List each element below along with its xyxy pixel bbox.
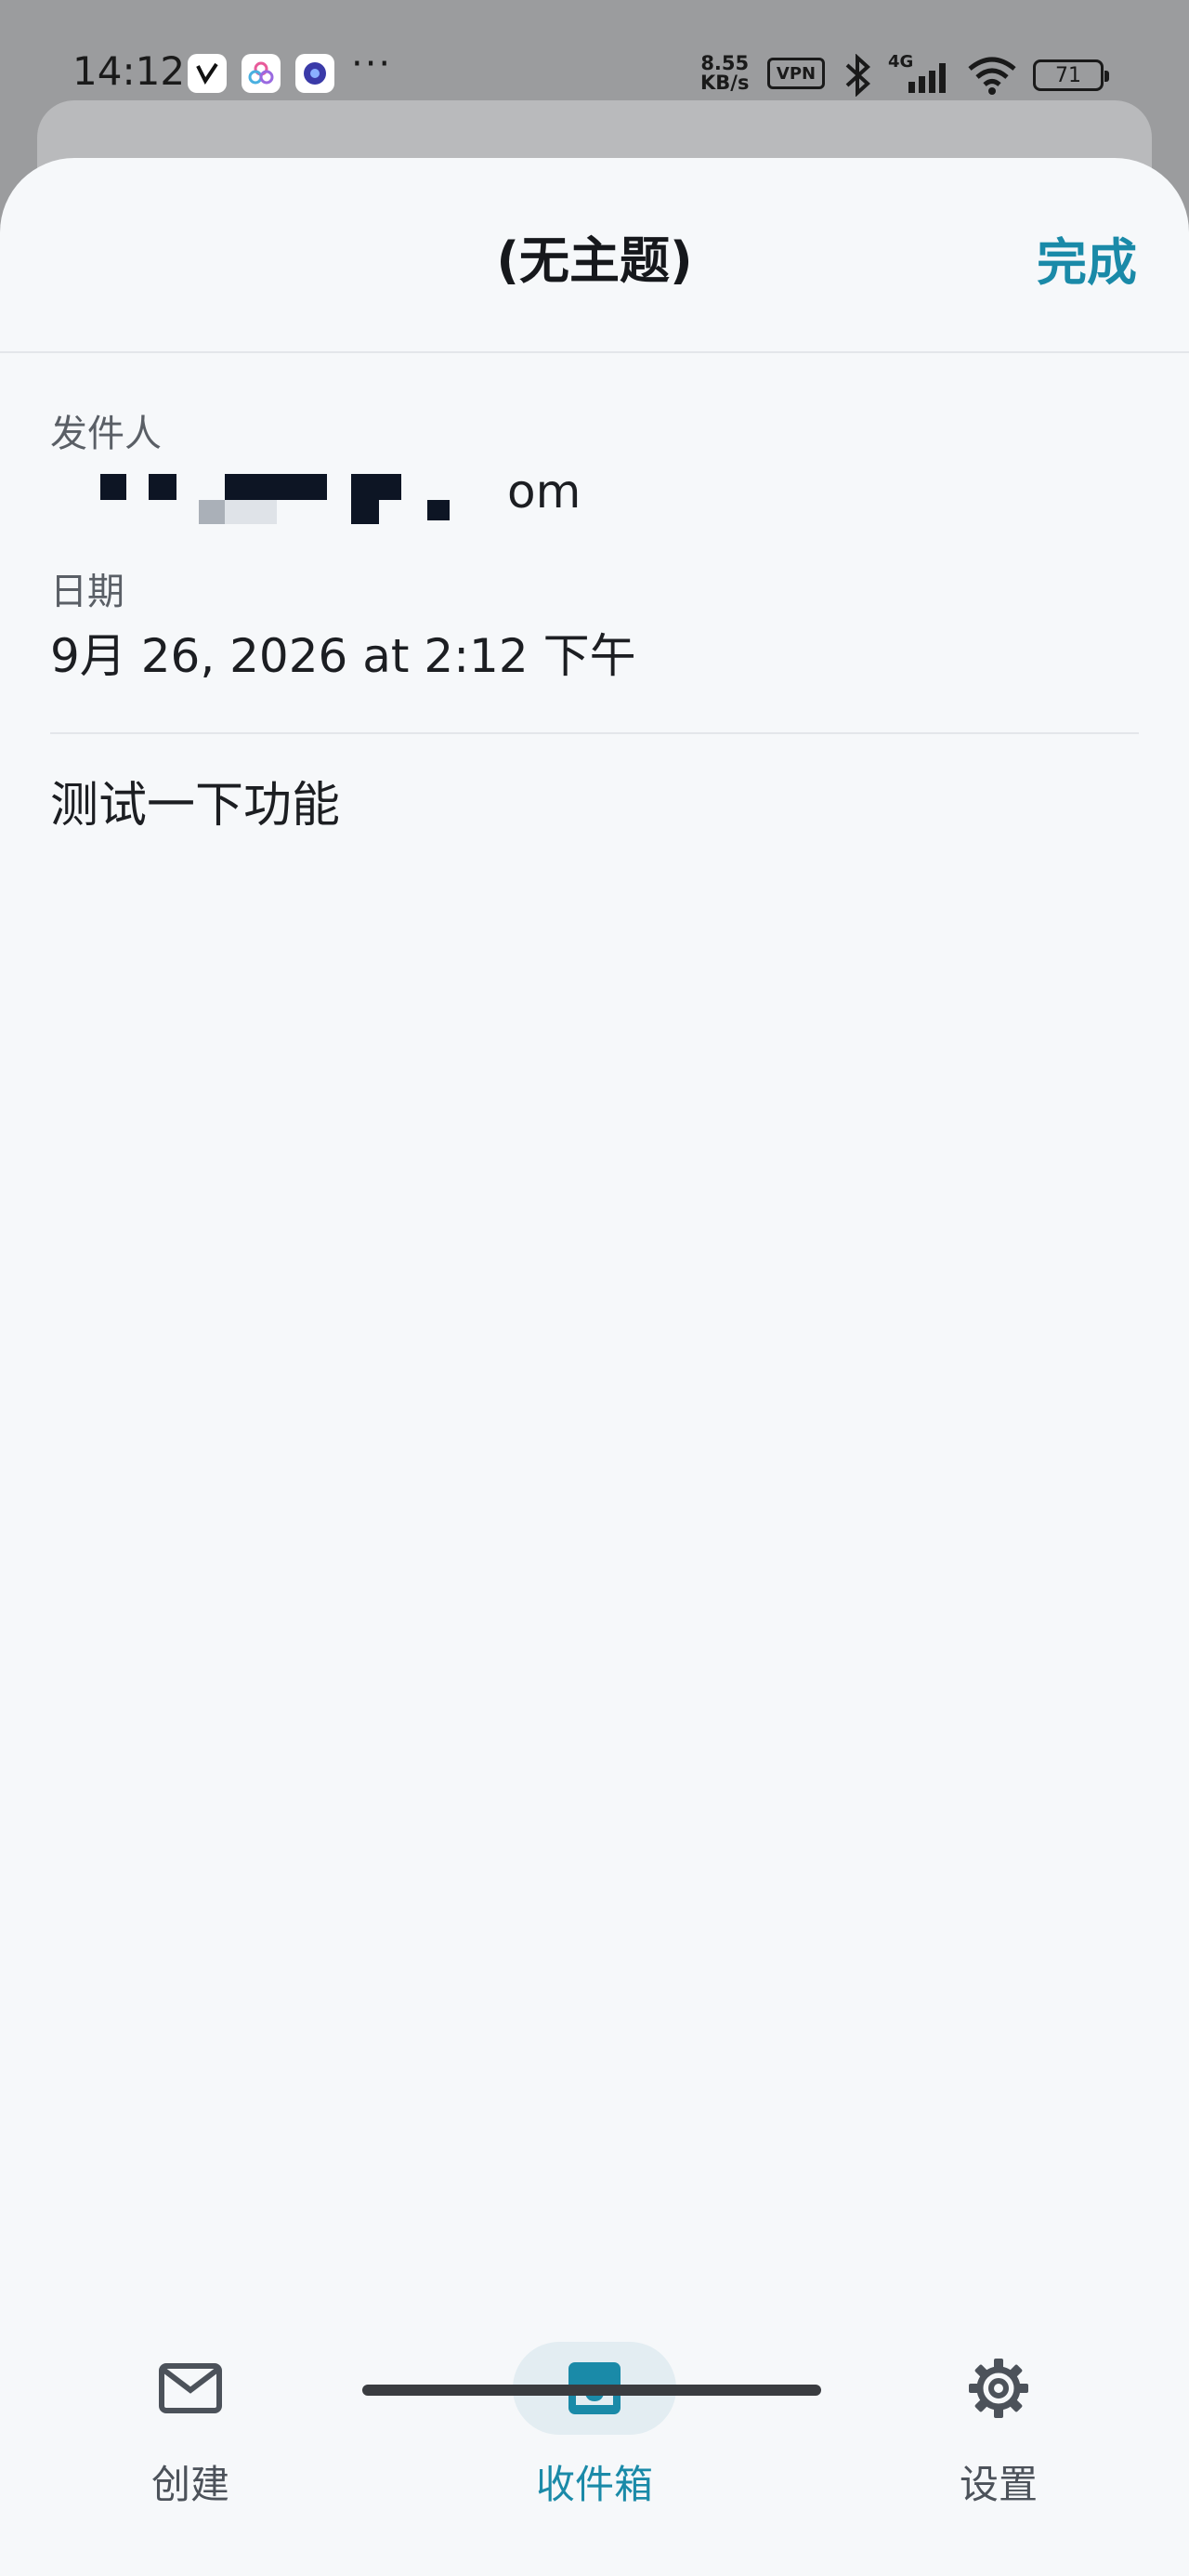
nav-item-inbox[interactable]: 收件箱: [455, 2292, 734, 2515]
battery-icon: 71: [1033, 59, 1109, 91]
email-body: 测试一下功能: [50, 778, 341, 834]
redacted-block: [199, 500, 225, 524]
from-label: 发件人: [50, 413, 162, 455]
status-time: 14:12: [72, 48, 186, 94]
network-speed: 8.55 KB/s: [700, 52, 750, 94]
vpn-icon: VPN: [767, 58, 825, 89]
home-indicator[interactable]: [362, 2385, 821, 2396]
redacted-block: [351, 474, 401, 500]
redacted-block: [100, 474, 126, 500]
redacted-block: [149, 474, 176, 500]
email-detail-sheet: (无主题) 完成 发件人 om 日期 9月 26, 2026 at 2:12 下…: [0, 158, 1189, 2576]
date-label: 日期: [50, 571, 124, 613]
app-notification-icon: [295, 54, 334, 93]
done-button[interactable]: 完成: [1037, 221, 1137, 295]
gear-icon: [917, 2342, 1080, 2435]
from-value-tail: om: [507, 465, 581, 519]
nav-item-compose[interactable]: 创建: [51, 2292, 330, 2515]
nav-label: 创建: [150, 2462, 229, 2507]
mail-icon: [109, 2342, 272, 2435]
redacted-block: [225, 500, 277, 524]
cellular-signal-icon: 4G: [888, 52, 955, 99]
nav-label: 设置: [959, 2462, 1038, 2507]
wifi-icon: [966, 54, 1018, 99]
bluetooth-icon: [842, 53, 875, 100]
bottom-navigation: 创建 收件箱 设置: [0, 2292, 1189, 2576]
app-notification-icon: [188, 54, 227, 93]
redacted-block: [351, 500, 379, 524]
email-subject-title: (无主题): [496, 231, 693, 290]
date-value: 9月 26, 2026 at 2:12 下午: [50, 629, 636, 683]
more-notifications-icon: ···: [351, 43, 393, 85]
sheet-header: (无主题) 完成: [0, 158, 1189, 353]
redacted-block: [427, 500, 450, 520]
svg-text:4G: 4G: [888, 52, 913, 72]
nav-item-settings[interactable]: 设置: [859, 2292, 1138, 2515]
redacted-block: [225, 474, 327, 500]
nav-label: 收件箱: [535, 2462, 653, 2507]
divider: [50, 732, 1139, 734]
app-notification-icon: [242, 54, 281, 93]
